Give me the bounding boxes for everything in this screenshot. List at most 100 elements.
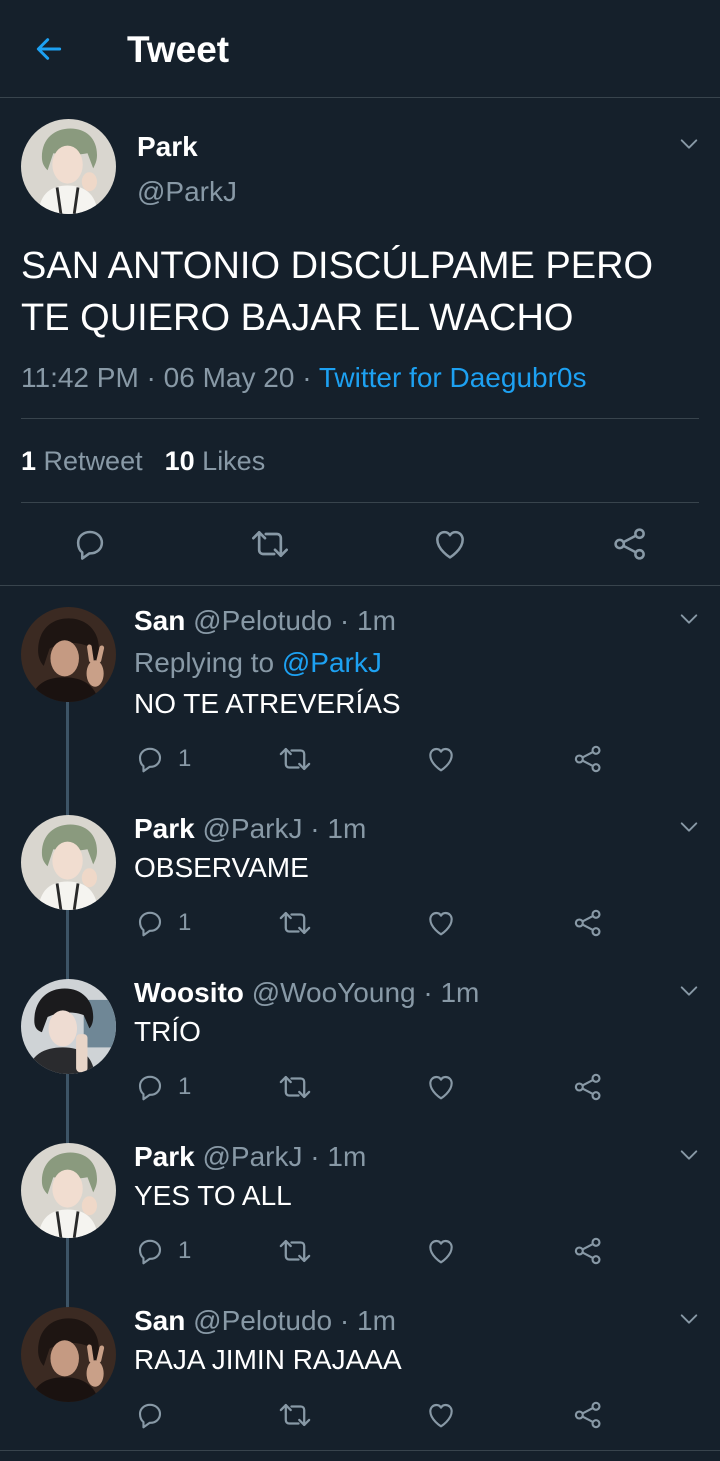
retweet-button[interactable]: [278, 739, 312, 779]
reply-count: 1: [178, 909, 192, 936]
heart-icon: [425, 1071, 457, 1103]
retweet-button[interactable]: [278, 903, 312, 943]
reply-button[interactable]: 1: [134, 1231, 191, 1271]
share-button[interactable]: [572, 1067, 604, 1107]
heart-icon: [425, 1399, 457, 1431]
reply-text: OBSERVAME: [134, 852, 309, 883]
tweet-menu-button[interactable]: [676, 814, 702, 840]
author-handle[interactable]: @WooYoung: [252, 977, 416, 1008]
divider: [21, 418, 699, 419]
retweet-button[interactable]: [278, 1395, 312, 1435]
tweet-menu-button[interactable]: [676, 606, 702, 632]
share-icon: [611, 525, 649, 563]
like-button[interactable]: [425, 1231, 457, 1271]
reply-header: Park @ParkJ · 1m: [134, 811, 366, 847]
speech-bubble-icon: [71, 525, 109, 563]
tweet-text-line: TE QUIERO BAJAR EL WACHO: [21, 297, 574, 339]
speech-bubble-icon: [134, 1071, 166, 1103]
reply-text: RAJA JIMIN RAJAAA: [134, 1344, 402, 1375]
author-name[interactable]: Park: [134, 813, 195, 844]
like-button[interactable]: [425, 903, 457, 943]
meta-separator: ·: [294, 362, 319, 393]
divider: [0, 585, 720, 586]
retweet-icon: [278, 1234, 312, 1268]
engagement-counts: 1 Retweet 10 Likes: [21, 443, 265, 479]
avatar[interactable]: [21, 607, 116, 702]
like-button[interactable]: [425, 1395, 457, 1435]
share-icon: [572, 1235, 604, 1267]
tweet-menu-button[interactable]: [676, 131, 702, 157]
reply-time: · 1m: [310, 813, 367, 844]
reply-text: NO TE ATREVERÍAS: [134, 688, 401, 719]
reply-count: 1: [178, 1237, 192, 1264]
like-button[interactable]: [425, 1067, 457, 1107]
avatar[interactable]: [21, 119, 116, 214]
retweet-icon: [278, 742, 312, 776]
reply-time: · 1m: [310, 1141, 367, 1172]
tweet-client-link[interactable]: Twitter for Daegubr0s: [319, 362, 587, 393]
chevron-down-icon: [678, 1308, 700, 1330]
reply-header: Park @ParkJ · 1m: [134, 1139, 366, 1175]
author-handle[interactable]: @ParkJ: [137, 174, 237, 210]
speech-bubble-icon: [134, 1399, 166, 1431]
reply-button[interactable]: 1: [134, 903, 191, 943]
reply-button[interactable]: [66, 520, 114, 568]
reply-header: Woosito @WooYoung · 1m: [134, 975, 479, 1011]
meta-separator: ·: [138, 362, 164, 393]
reply-time: · 1m: [339, 605, 396, 636]
replying-prefix: Replying to: [134, 647, 275, 678]
retweet-button[interactable]: [246, 520, 294, 568]
heart-icon: [425, 743, 457, 775]
share-icon: [572, 1071, 604, 1103]
retweet-button[interactable]: [278, 1067, 312, 1107]
retweets-stat[interactable]: 1 Retweet: [21, 446, 143, 476]
speech-bubble-icon: [134, 1235, 166, 1267]
author-name[interactable]: Park: [137, 129, 198, 165]
share-button[interactable]: [606, 520, 654, 568]
reply-button[interactable]: 1: [134, 1067, 191, 1107]
avatar[interactable]: [21, 1307, 116, 1402]
avatar[interactable]: [21, 815, 116, 910]
replying-to: Replying to @ParkJ: [134, 645, 382, 681]
likes-label: Likes: [202, 446, 266, 476]
retweet-button[interactable]: [278, 1231, 312, 1271]
heart-icon: [431, 525, 469, 563]
retweet-icon: [278, 1070, 312, 1104]
share-icon: [572, 907, 604, 939]
author-handle[interactable]: @Pelotudo: [193, 605, 332, 636]
author-handle[interactable]: @ParkJ: [203, 813, 303, 844]
share-button[interactable]: [572, 739, 604, 779]
tweet-text: SAN ANTONIO DISCÚLPAME PERO TE QUIERO BA…: [21, 240, 701, 344]
reply-text: YES TO ALL: [134, 1180, 292, 1211]
back-button[interactable]: [28, 28, 70, 70]
share-button[interactable]: [572, 903, 604, 943]
chevron-down-icon: [678, 1144, 700, 1166]
avatar[interactable]: [21, 979, 116, 1074]
reply-button[interactable]: 1: [134, 739, 191, 779]
likes-count: 10: [164, 446, 195, 476]
share-button[interactable]: [572, 1231, 604, 1271]
like-button[interactable]: [425, 739, 457, 779]
tweet-menu-button[interactable]: [676, 1142, 702, 1168]
share-icon: [572, 1399, 604, 1431]
divider: [21, 502, 699, 503]
likes-stat[interactable]: 10 Likes: [165, 446, 266, 476]
reply-time: · 1m: [423, 977, 480, 1008]
author-handle[interactable]: @Pelotudo: [193, 1305, 332, 1336]
author-name[interactable]: Park: [134, 1141, 195, 1172]
tweet-menu-button[interactable]: [676, 1306, 702, 1332]
speech-bubble-icon: [134, 907, 166, 939]
like-button[interactable]: [426, 520, 474, 568]
tweet-menu-button[interactable]: [676, 978, 702, 1004]
author-handle[interactable]: @ParkJ: [203, 1141, 303, 1172]
reply-button[interactable]: [134, 1395, 178, 1435]
author-name[interactable]: Woosito: [134, 977, 244, 1008]
mention-link[interactable]: @ParkJ: [282, 647, 382, 678]
arrow-left-icon: [36, 38, 62, 60]
retweet-icon: [278, 1398, 312, 1432]
author-name[interactable]: San: [134, 1305, 185, 1336]
avatar[interactable]: [21, 1143, 116, 1238]
share-button[interactable]: [572, 1395, 604, 1435]
author-name[interactable]: San: [134, 605, 185, 636]
share-icon: [572, 743, 604, 775]
